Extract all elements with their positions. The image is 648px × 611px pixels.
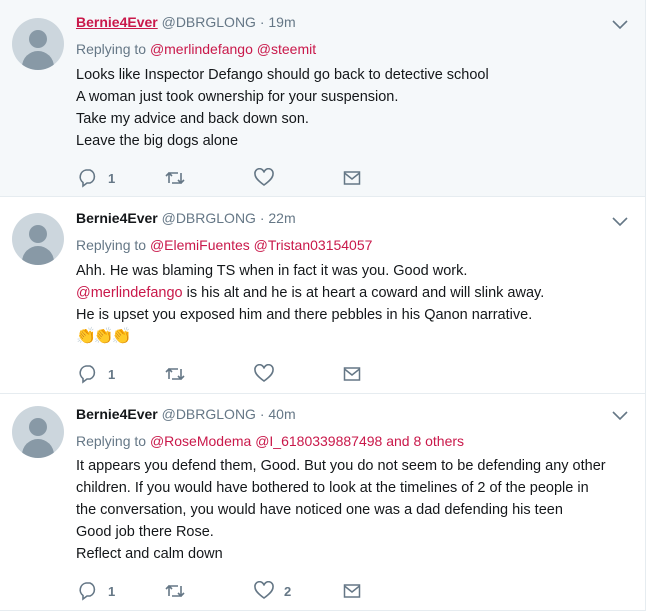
like-button[interactable]: [254, 167, 274, 189]
mention-link[interactable]: @steemit: [257, 41, 316, 57]
timestamp[interactable]: · 40m: [260, 406, 296, 422]
avatar[interactable]: [12, 213, 64, 265]
author-name[interactable]: Bernie4Ever: [76, 406, 158, 422]
envelope-icon: [343, 367, 361, 381]
reply-icon: [79, 582, 96, 601]
timestamp[interactable]: · 22m: [260, 210, 296, 226]
reply-button[interactable]: 1: [78, 363, 115, 385]
tweet-text: It appears you defend them, Good. But yo…: [76, 458, 606, 562]
heart-icon: [254, 581, 274, 599]
heart-icon: [254, 168, 274, 186]
retweet-button[interactable]: [164, 580, 186, 602]
mention-link[interactable]: @I_6180339887498: [255, 433, 382, 449]
like-count: 2: [284, 583, 292, 599]
author-name[interactable]: Bernie4Ever: [76, 14, 158, 30]
dm-button[interactable]: [343, 167, 361, 189]
reply-icon: [79, 365, 96, 384]
chevron-down-icon[interactable]: [611, 215, 629, 227]
reply-button[interactable]: 1: [78, 167, 115, 189]
envelope-icon: [343, 584, 361, 598]
reply-icon: [79, 169, 96, 188]
tweet-1[interactable]: Bernie4Ever @DBRGLONG · 19m Replying to …: [0, 0, 646, 197]
reply-count: 1: [108, 170, 116, 186]
heart-icon: [254, 364, 274, 382]
timestamp[interactable]: · 19m: [260, 14, 296, 30]
mention-link[interactable]: @merlindefango: [150, 41, 253, 57]
clapping-hands-emoji: 👏👏👏: [76, 328, 132, 345]
chevron-down-icon[interactable]: [611, 18, 629, 30]
envelope-icon: [343, 171, 361, 185]
mention-link[interactable]: @Tristan03154057: [254, 237, 373, 253]
tweet-2[interactable]: Bernie4Ever @DBRGLONG · 22m Replying to …: [0, 197, 646, 394]
reply-button[interactable]: 1: [78, 580, 115, 602]
replying-to-label: Replying to: [76, 237, 147, 253]
retweet-button[interactable]: [164, 167, 186, 189]
retweet-icon: [165, 367, 185, 381]
author-handle[interactable]: @DBRGLONG: [162, 210, 256, 226]
mention-link[interactable]: @ElemiFuentes: [150, 237, 250, 253]
avatar[interactable]: [12, 18, 64, 70]
author-handle[interactable]: @DBRGLONG: [162, 406, 256, 422]
mention-link[interactable]: @RoseModema: [150, 433, 251, 449]
author-handle[interactable]: @DBRGLONG: [162, 14, 256, 30]
tweet-text: Looks like Inspector Defango should go b…: [76, 67, 489, 149]
avatar[interactable]: [12, 406, 64, 458]
retweet-icon: [165, 171, 185, 185]
replying-to-label: Replying to: [76, 41, 147, 57]
dm-button[interactable]: [343, 580, 361, 602]
mention-link[interactable]: @merlindefango: [76, 285, 183, 301]
replying-to-label: Replying to: [76, 433, 147, 449]
retweet-icon: [165, 584, 185, 598]
tweet-text: Ahh. He was blaming TS when in fact it w…: [76, 260, 636, 348]
retweet-button[interactable]: [164, 363, 186, 385]
like-button[interactable]: 2: [254, 580, 291, 602]
like-button[interactable]: [254, 363, 274, 385]
chevron-down-icon[interactable]: [611, 409, 629, 421]
dm-button[interactable]: [343, 363, 361, 385]
reply-count: 1: [108, 366, 116, 382]
reply-count: 1: [108, 583, 116, 599]
author-name[interactable]: Bernie4Ever: [76, 210, 158, 226]
tweet-3[interactable]: Bernie4Ever @DBRGLONG · 40m Replying to …: [0, 394, 646, 611]
others-link[interactable]: and 8 others: [386, 433, 464, 449]
